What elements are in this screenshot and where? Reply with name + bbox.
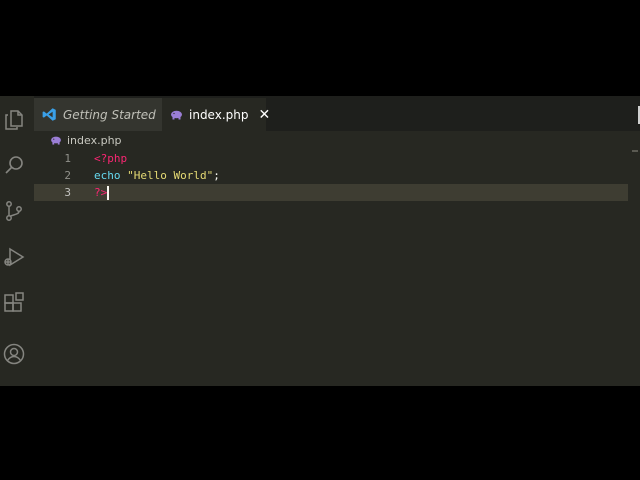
tab-getting-started[interactable]: Getting Started	[34, 98, 162, 131]
close-icon[interactable]: ✕	[258, 108, 270, 122]
run-debug-icon[interactable]	[2, 245, 26, 269]
text-cursor	[107, 186, 110, 200]
minimap-indicator[interactable]	[632, 150, 638, 152]
code-editor[interactable]: 1 <?php 2 echo "Hello World"; 3 ?>	[34, 150, 628, 350]
php-close-tag: ?>	[94, 186, 108, 199]
php-open-tag: <?php	[94, 152, 128, 165]
string-literal: "Hello World"	[127, 169, 214, 182]
breadcrumb-file: index.php	[67, 133, 122, 147]
php-elephant-icon	[170, 110, 183, 120]
code-text: <?php	[94, 150, 127, 167]
line-number: 3	[64, 186, 71, 199]
code-text: echo "Hello World";	[94, 167, 220, 184]
tab-label: index.php	[189, 107, 249, 122]
php-elephant-icon	[50, 136, 62, 145]
vscode-logo-icon	[42, 107, 57, 122]
search-icon[interactable]	[2, 153, 26, 177]
code-text: ?>	[94, 184, 110, 201]
extensions-icon[interactable]	[2, 291, 26, 315]
code-line: 1 <?php	[34, 150, 628, 167]
tab-index-php[interactable]: index.php ✕	[162, 98, 270, 131]
activity-bar	[0, 96, 28, 386]
breadcrumb[interactable]: index.php	[50, 133, 122, 147]
source-control-icon[interactable]	[2, 199, 26, 223]
line-number: 2	[64, 169, 71, 182]
semicolon: ;	[213, 169, 220, 182]
code-line: 2 echo "Hello World";	[34, 167, 628, 184]
tab-bar: Getting Started index.php ✕	[34, 96, 640, 131]
explorer-icon[interactable]	[2, 108, 26, 132]
current-code-line: 3 ?>	[34, 184, 628, 201]
account-icon[interactable]	[2, 342, 26, 366]
keyword-echo: echo	[94, 169, 121, 182]
line-number: 1	[64, 152, 71, 165]
tab-label: Getting Started	[63, 107, 156, 122]
editor-window: Getting Started index.php ✕ index.php 1 …	[0, 96, 640, 386]
